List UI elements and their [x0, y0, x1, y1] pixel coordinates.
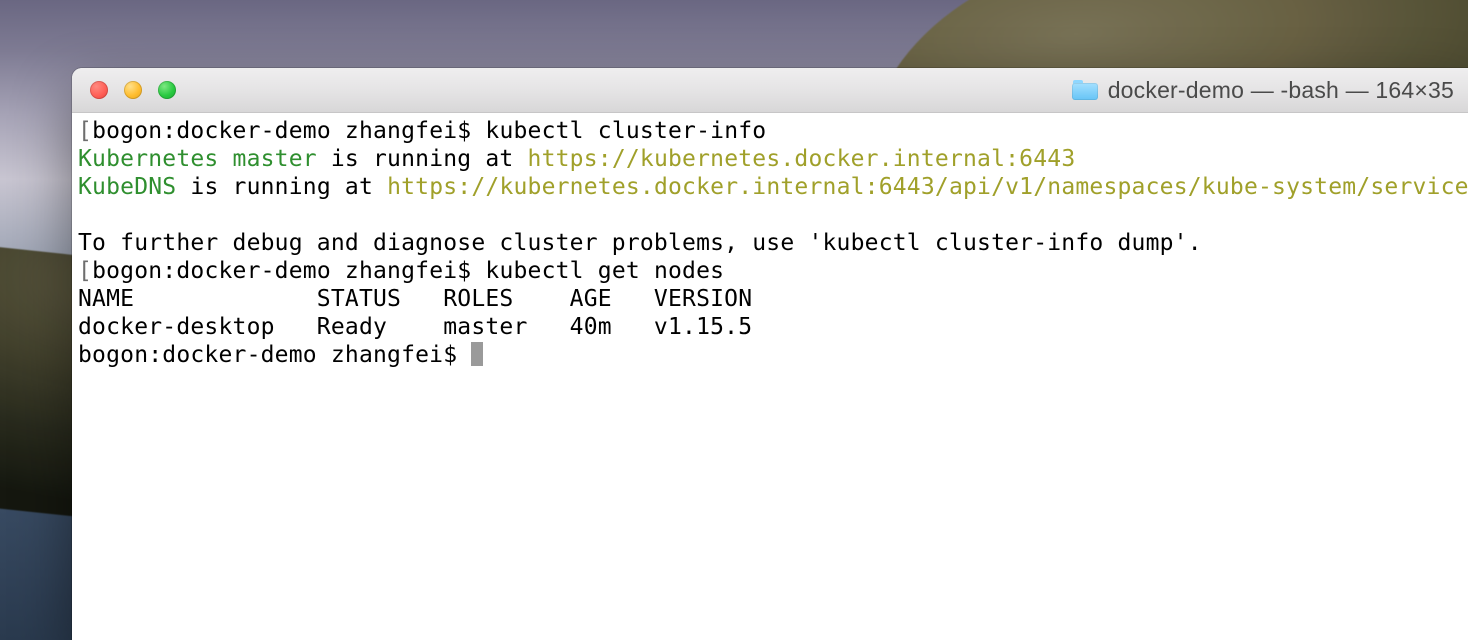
table-row: docker-desktop Ready master 40m v1.15.5	[78, 313, 1462, 341]
terminal-window: docker-demo — -bash — 164×35 [bogon:dock…	[72, 68, 1468, 640]
prompt-bracket: [	[78, 118, 92, 144]
traffic-lights	[72, 81, 176, 99]
command-text: kubectl cluster-info	[485, 118, 766, 144]
minimize-button[interactable]	[124, 81, 142, 99]
terminal-line: bogon:docker-demo zhangfei$	[78, 341, 1462, 369]
command-text: kubectl get nodes	[485, 258, 724, 284]
terminal-line: [bogon:docker-demo zhangfei$ kubectl get…	[78, 257, 1462, 285]
table-header: NAME STATUS ROLES AGE VERSION	[78, 285, 1462, 313]
window-title: docker-demo — -bash — 164×35	[1108, 77, 1454, 104]
terminal-line: To further debug and diagnose cluster pr…	[78, 229, 1462, 257]
service-name: KubeDNS	[78, 174, 176, 200]
output-text: is running at	[176, 174, 387, 200]
terminal-line: [bogon:docker-demo zhangfei$ kubectl clu…	[78, 117, 1462, 145]
service-url: https://kubernetes.docker.internal:6443/…	[387, 174, 1468, 200]
service-url: https://kubernetes.docker.internal:6443	[528, 146, 1076, 172]
zoom-button[interactable]	[158, 81, 176, 99]
folder-icon	[1072, 80, 1098, 100]
prompt-bracket: [	[78, 258, 92, 284]
close-button[interactable]	[90, 81, 108, 99]
terminal-line	[78, 201, 1462, 229]
terminal-line: KubeDNS is running at https://kubernetes…	[78, 173, 1462, 201]
window-title-cluster: docker-demo — -bash — 164×35	[1072, 68, 1454, 112]
terminal-body[interactable]: [bogon:docker-demo zhangfei$ kubectl clu…	[72, 113, 1468, 640]
cursor	[471, 342, 483, 366]
prompt-text: bogon:docker-demo zhangfei$	[78, 342, 471, 368]
prompt-text: bogon:docker-demo zhangfei$	[92, 258, 485, 284]
output-text: is running at	[317, 146, 528, 172]
titlebar[interactable]: docker-demo — -bash — 164×35	[72, 68, 1468, 113]
service-name: Kubernetes master	[78, 146, 317, 172]
prompt-text: bogon:docker-demo zhangfei$	[92, 118, 485, 144]
terminal-line: Kubernetes master is running at https://…	[78, 145, 1462, 173]
